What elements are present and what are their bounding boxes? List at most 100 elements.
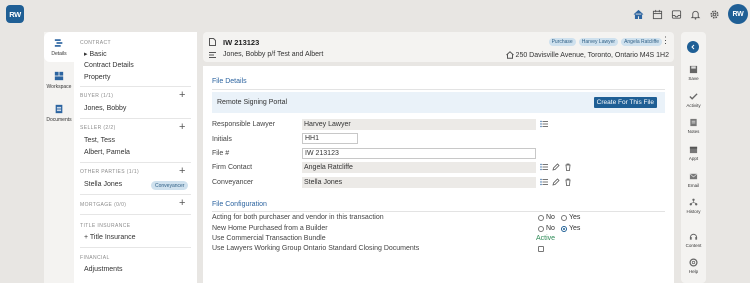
bell-icon[interactable] (686, 4, 705, 24)
conveyancer-field[interactable]: Stella Jones (302, 177, 536, 188)
appointment-icon (689, 146, 698, 154)
nav-section-mortgage: MORTGAGE (0/0) (80, 202, 127, 208)
config-label: New Home Purchased from a Builder (212, 225, 328, 232)
list-icon[interactable] (540, 120, 548, 128)
collapse-panel-button[interactable] (687, 41, 699, 53)
rail-label: Workspace (46, 83, 72, 90)
file-tags: Purchase Harvey Lawyer Angela Ratcliffe (548, 38, 662, 46)
field-label: Initials (212, 136, 232, 143)
right-rail-activity[interactable]: Activity (681, 92, 706, 108)
right-rail-label: Help (688, 269, 699, 274)
address-text: 250 Davisville Avenue, Toronto, Ontario … (515, 51, 669, 59)
nav-item-basic[interactable]: ▸ Basic (84, 50, 107, 58)
main-panel: File Details Remote Signing Portal Creat… (203, 66, 674, 283)
radio-yes[interactable]: Yes (560, 214, 581, 221)
app-logo[interactable]: RW (6, 5, 24, 23)
divider (80, 214, 191, 215)
top-icons: RW (629, 4, 748, 24)
trash-icon[interactable] (564, 163, 572, 171)
right-rail-label: Activity (686, 103, 701, 108)
right-rail-label: Save (688, 76, 699, 81)
remote-signing-portal: Remote Signing Portal Create For This Fi… (212, 92, 665, 113)
divider (212, 89, 665, 90)
firm-contact-field[interactable]: Angela Ratcliffe (302, 162, 536, 173)
edit-icon[interactable] (552, 163, 560, 171)
rail-item-documents[interactable]: Documents (44, 98, 74, 128)
email-icon (689, 173, 698, 180)
right-rail-history[interactable]: History (681, 198, 706, 214)
right-rail-label: Notes (687, 129, 700, 134)
file-number-input[interactable]: IW 213123 (302, 148, 536, 159)
home-icon[interactable] (629, 4, 648, 24)
nav-item-seller[interactable]: Test, Tess (84, 137, 115, 144)
details-icon (54, 38, 63, 47)
right-rail-label: Content (685, 243, 702, 248)
list-icon[interactable] (540, 178, 548, 186)
status-active[interactable]: Active (536, 235, 555, 242)
nav-item-adjustments[interactable]: Adjustments (84, 266, 123, 273)
nav-item-add-title-insurance[interactable]: + Title Insurance (84, 234, 136, 241)
nav-item-contract-details[interactable]: Contract Details (84, 62, 134, 69)
divider (80, 194, 191, 195)
acting-both-radio-group: No Yes (538, 214, 580, 221)
config-label: Use Commercial Transaction Bundle (212, 235, 326, 242)
right-rail-notes[interactable]: Notes (681, 118, 706, 134)
divider (80, 162, 191, 163)
radio-no[interactable]: No (538, 214, 555, 221)
trash-icon[interactable] (564, 178, 572, 186)
nav-item-other-party[interactable]: Stella Jones (84, 181, 122, 188)
add-seller-button[interactable]: + (179, 122, 185, 133)
notes-icon (690, 118, 697, 127)
radio-yes[interactable]: Yes (560, 225, 581, 232)
add-mortgage-button[interactable]: + (179, 198, 185, 209)
caret-right-icon: ▸ (84, 51, 88, 58)
field-label: Firm Contact (212, 164, 253, 171)
right-rail-appt[interactable]: Appt (681, 145, 706, 161)
initials-input[interactable]: HH1 (302, 133, 358, 144)
rail-label: Details (51, 50, 67, 57)
radio-label: No (546, 225, 555, 232)
nav-section-seller: SELLER (2/2) (80, 125, 116, 131)
nav-section-financial: FINANCIAL (80, 255, 110, 261)
config-label: Use Lawyers Working Group Ontario Standa… (212, 245, 420, 252)
nav-item-seller[interactable]: Albert, Pamela (84, 149, 130, 156)
nav-item-label: Basic (89, 51, 107, 58)
right-rail-label: Appt (688, 156, 699, 161)
edit-icon[interactable] (552, 178, 560, 186)
top-bar: RW RW (0, 0, 750, 30)
content-icon (689, 233, 698, 240)
rail-item-details[interactable]: Details (44, 32, 74, 62)
lwg-standard-checkbox[interactable] (538, 246, 544, 252)
history-icon (689, 198, 698, 206)
section-title-file-configuration: File Configuration (212, 201, 267, 208)
create-for-this-file-button[interactable]: Create For This File (593, 97, 657, 108)
right-rail-save[interactable]: Save (681, 65, 706, 81)
more-options-icon[interactable]: ⋮ (661, 36, 670, 45)
nav-item-property[interactable]: Property (84, 74, 110, 81)
right-rail-email[interactable]: Email (681, 172, 706, 188)
property-address: 250 Davisville Avenue, Toronto, Ontario … (505, 51, 669, 59)
nav-item-buyer[interactable]: Jones, Bobby (84, 105, 126, 112)
tag: Purchase (548, 38, 576, 46)
add-other-party-button[interactable]: + (179, 166, 185, 177)
right-rail-content[interactable]: Content (681, 232, 706, 248)
avatar[interactable]: RW (728, 4, 748, 24)
inbox-icon[interactable] (667, 4, 686, 24)
radio-no[interactable]: No (538, 225, 555, 232)
field-label: File # (212, 150, 230, 157)
right-rail-label: Email (687, 183, 700, 188)
list-icon[interactable] (540, 163, 548, 171)
responsible-lawyer-field[interactable]: Harvey Lawyer (302, 119, 536, 130)
right-rail-help[interactable]: Help (681, 258, 706, 274)
add-buyer-button[interactable]: + (179, 90, 185, 101)
field-actions (540, 120, 548, 128)
divider (80, 247, 191, 248)
field-actions (540, 178, 572, 186)
radio-label: Yes (568, 225, 581, 232)
config-label: Acting for both purchaser and vendor in … (212, 214, 384, 221)
radio-label: Yes (568, 214, 581, 221)
calendar-icon[interactable] (648, 4, 667, 24)
rail-item-workspace[interactable]: Workspace (44, 65, 74, 95)
remote-signing-label: Remote Signing Portal (217, 99, 288, 106)
gear-icon[interactable] (705, 4, 724, 24)
